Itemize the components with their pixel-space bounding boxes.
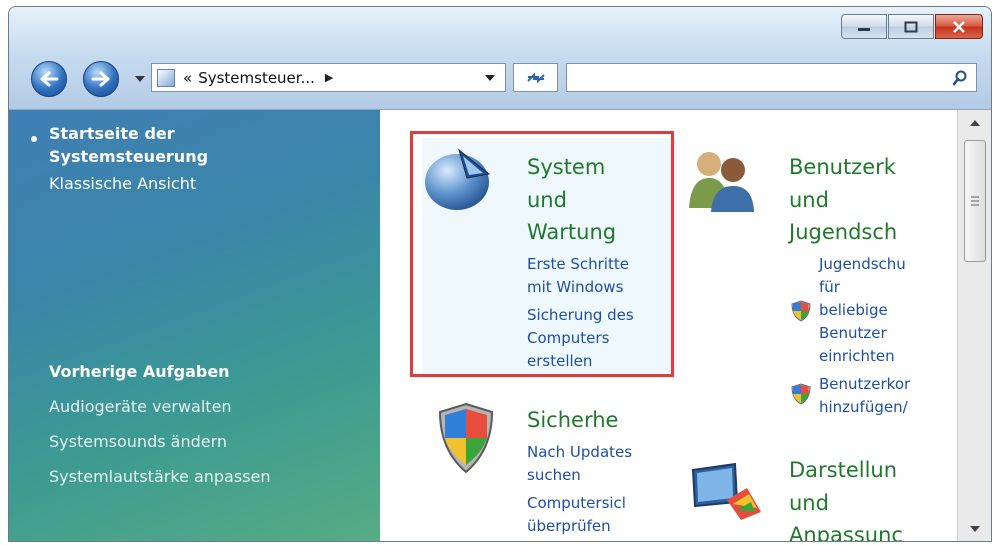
security-status-link-1[interactable]: Computersicl [527, 491, 626, 515]
users-icon[interactable] [687, 148, 755, 214]
appearance-title-1[interactable]: Darstellun [789, 455, 897, 486]
system-maintenance-title-1[interactable]: System [527, 152, 605, 183]
address-bar[interactable]: « Systemsteuer... ▶ [151, 63, 506, 92]
address-prefix[interactable]: « [183, 69, 192, 87]
backup-link-2[interactable]: Computers [527, 326, 609, 350]
bullet-icon [31, 136, 37, 142]
breadcrumb-chevron-icon[interactable]: ▶ [325, 71, 333, 84]
appearance-title-3[interactable]: Anpassunc [789, 520, 903, 541]
close-button[interactable] [935, 14, 983, 39]
classic-view-link[interactable]: Klassische Ansicht [49, 174, 196, 193]
parental-controls-link-2[interactable]: für [819, 275, 840, 299]
security-shield-icon[interactable] [437, 402, 495, 474]
security-title[interactable]: Sicherhe [527, 405, 618, 436]
maximize-icon [904, 21, 918, 32]
address-dropdown-icon[interactable] [485, 75, 495, 81]
scroll-thumb[interactable] [964, 140, 986, 262]
refresh-button[interactable] [513, 63, 558, 92]
system-maintenance-title-3[interactable]: Wartung [527, 217, 616, 248]
scroll-up-icon[interactable] [970, 120, 980, 126]
system-maintenance-title-2[interactable]: und [527, 185, 567, 216]
vertical-scrollbar[interactable] [957, 110, 991, 541]
search-input[interactable] [566, 63, 977, 92]
user-accounts-title-2[interactable]: und [789, 185, 829, 216]
home-link-line2[interactable]: Systemsteuerung [49, 147, 208, 166]
control-panel-window: « Systemsteuer... ▶ Startseite der Syste… [8, 6, 992, 542]
parental-controls-link-1[interactable]: Jugendschu [819, 252, 906, 276]
system-maintenance-icon[interactable] [423, 144, 495, 214]
task-system-volume[interactable]: Systemlautstärke anpassen [49, 467, 271, 486]
backup-link-3[interactable]: erstellen [527, 349, 592, 373]
add-user-link-1[interactable]: Benutzerkor [819, 372, 910, 396]
backup-link-1[interactable]: Sicherung des [527, 303, 634, 327]
scroll-down-icon[interactable] [970, 526, 980, 532]
parental-controls-link-5[interactable]: einrichten [819, 344, 895, 368]
minimize-icon [858, 27, 870, 31]
task-audio-devices[interactable]: Audiogeräte verwalten [49, 397, 232, 416]
title-bar [9, 7, 991, 51]
navigation-toolbar: « Systemsteuer... ▶ [9, 51, 991, 110]
uac-shield-icon [791, 300, 811, 322]
back-arrow-icon [40, 71, 59, 87]
security-status-link-2[interactable]: überprüfen [527, 514, 611, 538]
minimize-button[interactable] [841, 14, 887, 39]
user-accounts-title-1[interactable]: Benutzerk [789, 152, 896, 183]
home-link-line1[interactable]: Startseite der [49, 124, 175, 143]
refresh-icon [526, 72, 545, 83]
caption-buttons [841, 14, 983, 39]
search-icon[interactable] [952, 70, 968, 86]
forward-arrow-icon [91, 71, 110, 87]
previous-tasks-heading: Vorherige Aufgaben [49, 362, 230, 381]
parental-controls-link-3[interactable]: beliebige [819, 298, 888, 322]
category-view: System und Wartung Erste Schritte mit Wi… [381, 110, 957, 541]
grip-icon [971, 196, 979, 206]
check-updates-link-1[interactable]: Nach Updates [527, 440, 632, 464]
back-button[interactable] [31, 61, 67, 97]
uac-shield-icon [791, 383, 811, 405]
add-user-link-2[interactable]: hinzufügen/ [819, 395, 908, 419]
user-accounts-title-3[interactable]: Jugendsch [789, 217, 897, 248]
forward-button[interactable] [83, 61, 119, 97]
check-updates-link-2[interactable]: suchen [527, 463, 581, 487]
close-icon [953, 20, 965, 33]
control-panel-icon [157, 68, 175, 87]
parental-controls-link-4[interactable]: Benutzer [819, 321, 887, 345]
appearance-title-2[interactable]: und [789, 488, 829, 519]
maximize-button[interactable] [888, 14, 934, 39]
getting-started-link-2[interactable]: mit Windows [527, 275, 623, 299]
task-pane: Startseite der Systemsteuerung Klassisch… [9, 110, 380, 541]
address-text[interactable]: Systemsteuer... [198, 69, 315, 87]
getting-started-link-1[interactable]: Erste Schritte [527, 252, 629, 276]
recent-pages-dropdown[interactable] [135, 76, 145, 82]
task-system-sounds[interactable]: Systemsounds ändern [49, 432, 227, 451]
appearance-icon[interactable] [687, 462, 765, 522]
